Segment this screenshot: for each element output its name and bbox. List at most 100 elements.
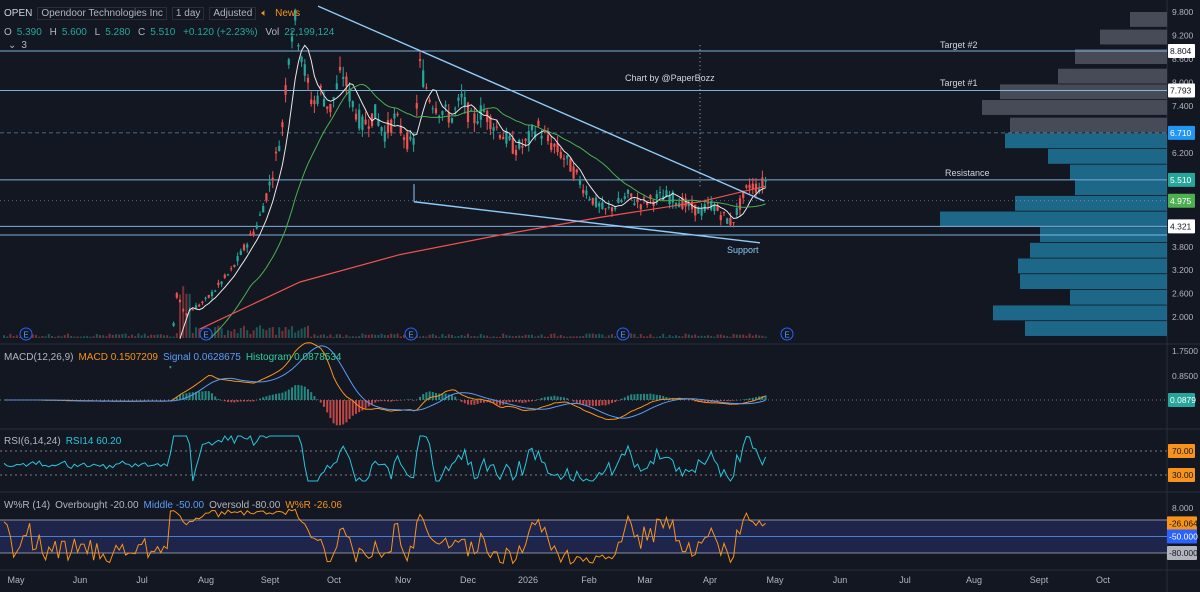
candle-body — [482, 110, 486, 112]
macd-histogram-bar — [505, 400, 508, 403]
volume-bar — [262, 328, 265, 338]
macd-histogram-bar — [467, 400, 469, 405]
price-axis[interactable]: 9.8009.2008.6008.0007.4006.8006.2005.600… — [1167, 7, 1198, 560]
macd-histogram-bar — [214, 396, 217, 400]
volume-bar — [700, 335, 703, 338]
candle-body — [185, 313, 188, 316]
candle-body — [502, 136, 505, 140]
volume-bar — [639, 334, 642, 338]
macd-histogram-bar — [476, 400, 479, 404]
symbol[interactable]: OPEN — [4, 8, 32, 19]
macd-histogram-bar — [393, 400, 396, 401]
time-axis[interactable]: May Jun Jul Aug Sept Oct Nov Dec 2026 Feb Mar Apr Ma… — [7, 575, 1110, 585]
volume-bar — [342, 336, 345, 338]
news-button[interactable]: 🔈︎ News — [261, 8, 305, 19]
macd-histogram-bar — [652, 394, 655, 400]
earnings-marker: E — [404, 327, 418, 341]
macd-histogram-bar — [323, 400, 325, 407]
wr-tick-label: 8.000 — [1172, 503, 1194, 513]
volume-profile-bar — [1018, 258, 1167, 274]
candle-body — [271, 177, 274, 181]
volume-bar — [259, 325, 261, 338]
volume-bar — [460, 334, 463, 338]
candle-body — [422, 70, 425, 87]
candle-body — [610, 207, 614, 212]
candle-body — [434, 108, 438, 114]
macd-histogram-bar — [595, 400, 597, 406]
price-badge-label: 7.793 — [1170, 86, 1192, 96]
macd-histogram-bar — [655, 394, 658, 400]
macd-histogram-bar — [617, 400, 620, 401]
macd-histogram-bar — [271, 394, 274, 400]
candle-body — [543, 131, 546, 133]
macd-histogram-bar — [211, 393, 213, 400]
candle-body — [498, 135, 502, 139]
rsi-badge-label: 70.00 — [1172, 446, 1194, 456]
candle-body — [233, 264, 236, 267]
volume-profile-bar — [1070, 289, 1167, 305]
macd-histogram-bar — [303, 386, 306, 400]
volume-bar — [569, 336, 572, 338]
volume-bar — [351, 336, 354, 338]
candle-body — [591, 197, 594, 205]
candle-body — [585, 190, 588, 195]
macd-histogram-bar — [409, 399, 412, 400]
volume-bar — [755, 334, 757, 338]
macd-histogram-bar — [438, 393, 441, 400]
price-tick-label: 3.200 — [1172, 265, 1194, 275]
earnings-marker-label: E — [784, 331, 789, 340]
volume-bar — [758, 335, 761, 338]
volume-bar — [118, 334, 121, 338]
candle-body — [287, 59, 290, 65]
candle-body — [207, 295, 210, 298]
resistance-label: Resistance — [945, 168, 990, 178]
volume-bar — [726, 336, 729, 338]
volume-profile-bar — [940, 211, 1167, 227]
macd-histogram-bar — [230, 400, 233, 403]
volume-bar — [556, 336, 559, 338]
volume-bar — [115, 334, 117, 338]
macd-histogram-bar — [604, 400, 607, 406]
macd-tick-label: 0.8500 — [1172, 371, 1198, 381]
trendlines — [317, 5, 765, 244]
volume-label: Vol — [265, 27, 280, 38]
candle-body — [380, 127, 383, 132]
volume-bar — [751, 335, 754, 338]
volume-bar — [383, 335, 386, 338]
volume-bar — [540, 334, 543, 338]
macd-histogram-bar — [284, 391, 287, 400]
rsi-badge-label: 30.00 — [1172, 470, 1194, 480]
earnings-markers[interactable]: EEEEE — [19, 327, 794, 341]
candle-body — [738, 198, 742, 210]
volume-profile-bar — [1005, 133, 1167, 149]
candle-body — [393, 113, 396, 119]
interval[interactable]: 1 day — [171, 7, 205, 20]
candle-body — [386, 120, 390, 133]
volume-bar — [470, 336, 473, 338]
macd-histogram-bar — [207, 391, 210, 400]
volume-bar — [431, 333, 434, 338]
price-tick-label: 9.800 — [1172, 7, 1194, 17]
macd-histogram-bar — [297, 384, 300, 400]
macd-histogram-bar — [287, 389, 290, 400]
volume-bar — [323, 334, 325, 338]
volume-bar — [249, 333, 252, 338]
volume-bar — [598, 333, 601, 338]
rsi-title: RSI(6,14,24) — [4, 436, 61, 447]
macd-histogram-bar — [470, 400, 473, 405]
candle-body — [297, 44, 300, 47]
macd-histogram-bar — [633, 394, 636, 400]
macd-histogram-bar — [217, 398, 220, 400]
candle-body — [607, 206, 610, 208]
volume-bar — [502, 333, 505, 338]
volume-bar — [735, 334, 738, 338]
volume-bar — [652, 336, 655, 338]
collapse-toggle[interactable]: ⌄ 3 — [8, 40, 32, 51]
volume-bar — [335, 334, 338, 338]
candle-body — [358, 109, 361, 129]
volume-bar — [252, 330, 255, 338]
adjust-mode[interactable]: Adjusted — [209, 7, 257, 20]
volume-bar — [505, 335, 508, 338]
candle-body — [601, 202, 604, 210]
volume-bar — [716, 334, 719, 338]
